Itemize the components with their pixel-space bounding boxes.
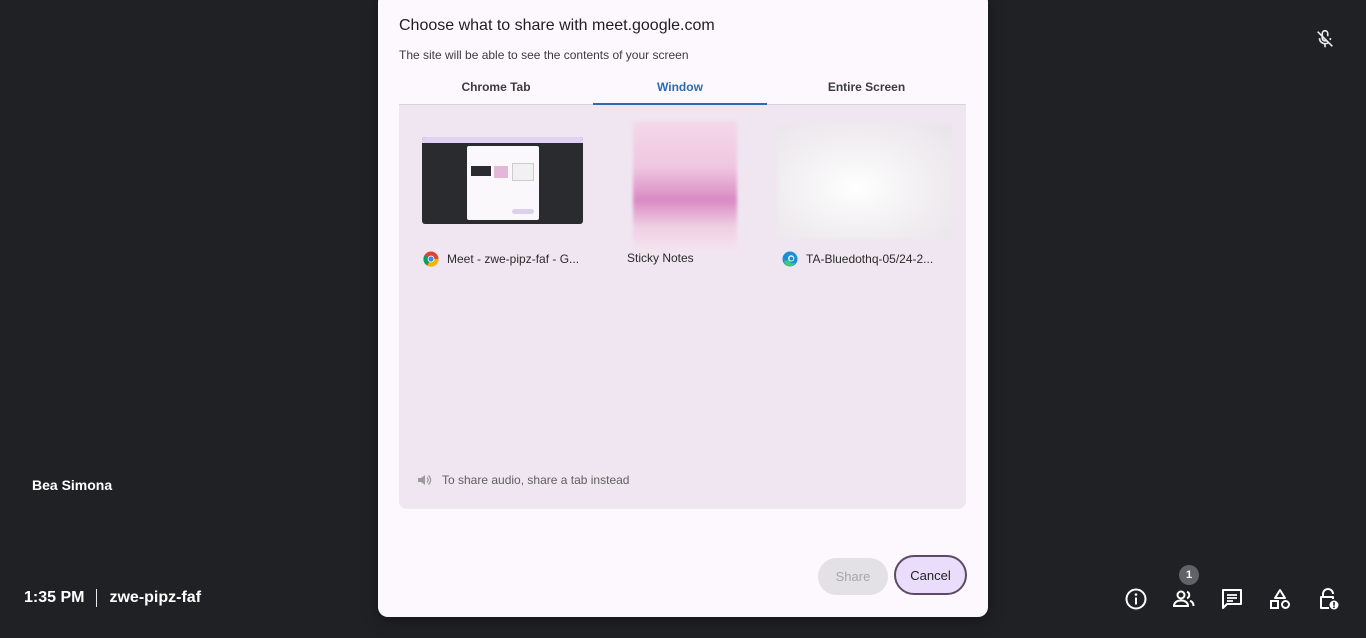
window-list: Meet - zwe-pipz-faf - G... Sticky Notes …	[399, 105, 966, 509]
people-button[interactable]: 1	[1170, 565, 1199, 613]
share-button[interactable]: Share	[818, 558, 888, 595]
audio-note-text: To share audio, share a tab instead	[442, 473, 630, 487]
tab-entire-screen[interactable]: Entire Screen	[767, 76, 966, 104]
lock-person-icon	[1320, 588, 1339, 610]
window-title: Meet - zwe-pipz-faf - G...	[447, 252, 580, 266]
window-label: Sticky Notes	[627, 251, 694, 265]
people-icon	[1172, 590, 1195, 607]
participants-badge: 1	[1179, 565, 1199, 585]
mic-off-icon	[1317, 29, 1333, 48]
window-source-sticky-notes[interactable]: Sticky Notes	[599, 105, 769, 280]
dialog-subtitle: The site will be able to see the content…	[399, 48, 689, 62]
speaker-icon	[418, 475, 432, 485]
clock-time: 1:35 PM	[24, 589, 85, 606]
meeting-details: 1:35 PM zwe-pipz-faf	[24, 589, 201, 607]
meeting-toolbar: 1	[1122, 565, 1342, 613]
participant-name: Bea Simona	[32, 477, 113, 493]
edge-icon	[782, 251, 798, 267]
window-label: TA-Bluedothq-05/24-2...	[782, 251, 933, 267]
meeting-info-button[interactable]	[1122, 585, 1150, 613]
share-tabs: Chrome Tab Window Entire Screen	[399, 76, 966, 105]
window-title: TA-Bluedothq-05/24-2...	[806, 252, 934, 266]
thumbnail-dialog	[467, 146, 539, 220]
chat-icon	[1222, 589, 1242, 609]
shapes-icon	[1270, 589, 1290, 609]
host-controls-button[interactable]	[1314, 585, 1342, 613]
window-label: Meet - zwe-pipz-faf - G...	[423, 251, 579, 267]
tab-chrome-tab[interactable]: Chrome Tab	[399, 76, 593, 104]
chat-button[interactable]	[1218, 585, 1246, 613]
share-screen-dialog: Choose what to share with meet.google.co…	[378, 0, 988, 617]
window-source-meet[interactable]: Meet - zwe-pipz-faf - G...	[399, 105, 589, 280]
info-icon	[1125, 588, 1147, 610]
window-thumbnail	[422, 137, 583, 224]
tab-window[interactable]: Window	[593, 76, 767, 105]
thumbnail-tabbar	[422, 137, 583, 143]
window-title: Sticky Notes	[627, 251, 694, 265]
audio-note: To share audio, share a tab instead	[416, 472, 629, 488]
activities-button[interactable]	[1266, 585, 1294, 613]
chrome-icon	[423, 251, 439, 267]
window-thumbnail	[778, 124, 952, 238]
dialog-title: Choose what to share with meet.google.co…	[399, 17, 715, 34]
window-source-edge[interactable]: TA-Bluedothq-05/24-2...	[774, 105, 964, 280]
cancel-button[interactable]: Cancel	[894, 555, 967, 595]
meeting-code: zwe-pipz-faf	[109, 589, 202, 606]
divider	[96, 589, 98, 607]
window-thumbnail	[633, 121, 737, 253]
